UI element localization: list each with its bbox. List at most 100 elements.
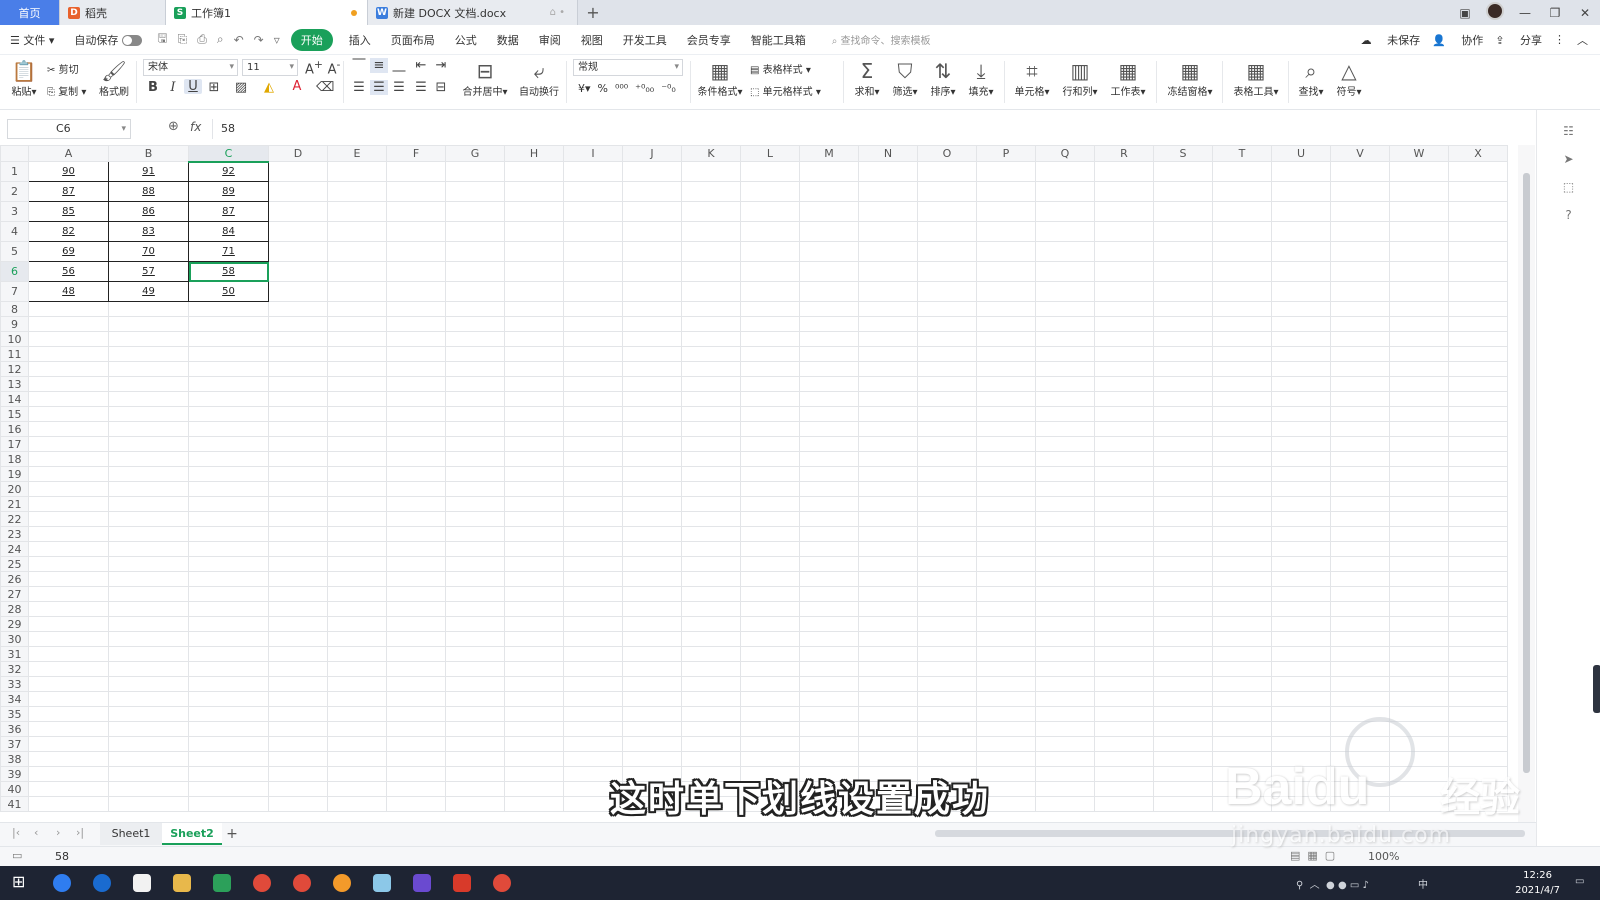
cell-l36[interactable] <box>740 721 800 737</box>
cell-d24[interactable] <box>268 541 328 557</box>
cell-q8[interactable] <box>1035 301 1095 317</box>
cell-q13[interactable] <box>1035 376 1095 392</box>
cell-m12[interactable] <box>799 361 859 377</box>
cell-t20[interactable] <box>1212 481 1272 497</box>
cell-f28[interactable] <box>386 601 446 617</box>
cell-x3[interactable] <box>1448 201 1508 222</box>
cell-l12[interactable] <box>740 361 800 377</box>
cell-t6[interactable] <box>1212 261 1272 282</box>
cell-k11[interactable] <box>681 346 741 362</box>
cell-o28[interactable] <box>917 601 977 617</box>
cell-g35[interactable] <box>445 706 505 722</box>
cell-p23[interactable] <box>976 526 1036 542</box>
undo-icon[interactable]: ↶ <box>229 33 249 47</box>
cell-l23[interactable] <box>740 526 800 542</box>
cell-b18[interactable] <box>108 451 189 467</box>
cell-t33[interactable] <box>1212 676 1272 692</box>
cell-x31[interactable] <box>1448 646 1508 662</box>
cell-s17[interactable] <box>1153 436 1213 452</box>
cell-k12[interactable] <box>681 361 741 377</box>
cell-q21[interactable] <box>1035 496 1095 512</box>
notepad-icon[interactable] <box>373 874 391 892</box>
symbol-button[interactable]: △ 符号▾ <box>1332 59 1366 98</box>
cell-b32[interactable] <box>108 661 189 677</box>
cell-x20[interactable] <box>1448 481 1508 497</box>
row-header[interactable]: 33 <box>0 676 29 692</box>
cell-n26[interactable] <box>858 571 918 587</box>
cell-d5[interactable] <box>268 241 328 262</box>
cell-f22[interactable] <box>386 511 446 527</box>
cell-t12[interactable] <box>1212 361 1272 377</box>
cell-n18[interactable] <box>858 451 918 467</box>
cell-p22[interactable] <box>976 511 1036 527</box>
panel-handle[interactable] <box>1593 665 1600 713</box>
cell-d33[interactable] <box>268 676 328 692</box>
cell-i6[interactable] <box>563 261 623 282</box>
cell-p31[interactable] <box>976 646 1036 662</box>
cell-l14[interactable] <box>740 391 800 407</box>
cell-n38[interactable] <box>858 751 918 767</box>
cell-e26[interactable] <box>327 571 387 587</box>
row-header[interactable]: 12 <box>0 361 29 377</box>
cell-o9[interactable] <box>917 316 977 332</box>
menu-item-dev-tools[interactable]: 开发工具 <box>613 32 677 48</box>
cell-l29[interactable] <box>740 616 800 632</box>
cell-q14[interactable] <box>1035 391 1095 407</box>
settings-sliders-icon[interactable]: ☷ <box>1537 124 1600 138</box>
cell-h27[interactable] <box>504 586 564 602</box>
cell-w25[interactable] <box>1389 556 1449 572</box>
row-header[interactable]: 38 <box>0 751 29 767</box>
sogou-icon[interactable] <box>93 874 111 892</box>
cell-p25[interactable] <box>976 556 1036 572</box>
cell-n30[interactable] <box>858 631 918 647</box>
cell-j32[interactable] <box>622 661 682 677</box>
cell-s20[interactable] <box>1153 481 1213 497</box>
cell-o2[interactable] <box>917 181 977 202</box>
cell-v5[interactable] <box>1330 241 1390 262</box>
cell-u30[interactable] <box>1271 631 1331 647</box>
cell-p36[interactable] <box>976 721 1036 737</box>
cell-t19[interactable] <box>1212 466 1272 482</box>
cell-q38[interactable] <box>1035 751 1095 767</box>
cell-u14[interactable] <box>1271 391 1331 407</box>
cell-j27[interactable] <box>622 586 682 602</box>
cell-l15[interactable] <box>740 406 800 422</box>
sum-button[interactable]: Σ 求和▾ <box>850 59 884 98</box>
cell-b36[interactable] <box>108 721 189 737</box>
cell-j28[interactable] <box>622 601 682 617</box>
cell-s2[interactable] <box>1153 181 1213 202</box>
cell-q33[interactable] <box>1035 676 1095 692</box>
menu-item-page-layout[interactable]: 页面布局 <box>381 32 445 48</box>
cell-l38[interactable] <box>740 751 800 767</box>
cell-u26[interactable] <box>1271 571 1331 587</box>
cell-g14[interactable] <box>445 391 505 407</box>
cell-t25[interactable] <box>1212 556 1272 572</box>
cell-j12[interactable] <box>622 361 682 377</box>
cell-r14[interactable] <box>1094 391 1154 407</box>
cell-i37[interactable] <box>563 736 623 752</box>
cell-t31[interactable] <box>1212 646 1272 662</box>
column-header-d[interactable]: D <box>268 145 328 162</box>
cell-k23[interactable] <box>681 526 741 542</box>
cell-j23[interactable] <box>622 526 682 542</box>
cell-j5[interactable] <box>622 241 682 262</box>
cell-h36[interactable] <box>504 721 564 737</box>
cell-t10[interactable] <box>1212 331 1272 347</box>
cell-h20[interactable] <box>504 481 564 497</box>
cell-j10[interactable] <box>622 331 682 347</box>
cell-h37[interactable] <box>504 736 564 752</box>
cell-c5[interactable]: 71 <box>188 241 269 262</box>
cell-f10[interactable] <box>386 331 446 347</box>
clock[interactable]: 12:26 2021/4/7 <box>1515 868 1560 898</box>
cell-a20[interactable] <box>28 481 109 497</box>
cell-c24[interactable] <box>188 541 269 557</box>
cell-b10[interactable] <box>108 331 189 347</box>
cell-m38[interactable] <box>799 751 859 767</box>
cell-r18[interactable] <box>1094 451 1154 467</box>
cell-u25[interactable] <box>1271 556 1331 572</box>
cell-g38[interactable] <box>445 751 505 767</box>
cell-j37[interactable] <box>622 736 682 752</box>
cell-h25[interactable] <box>504 556 564 572</box>
cell-h18[interactable] <box>504 451 564 467</box>
cell-q34[interactable] <box>1035 691 1095 707</box>
